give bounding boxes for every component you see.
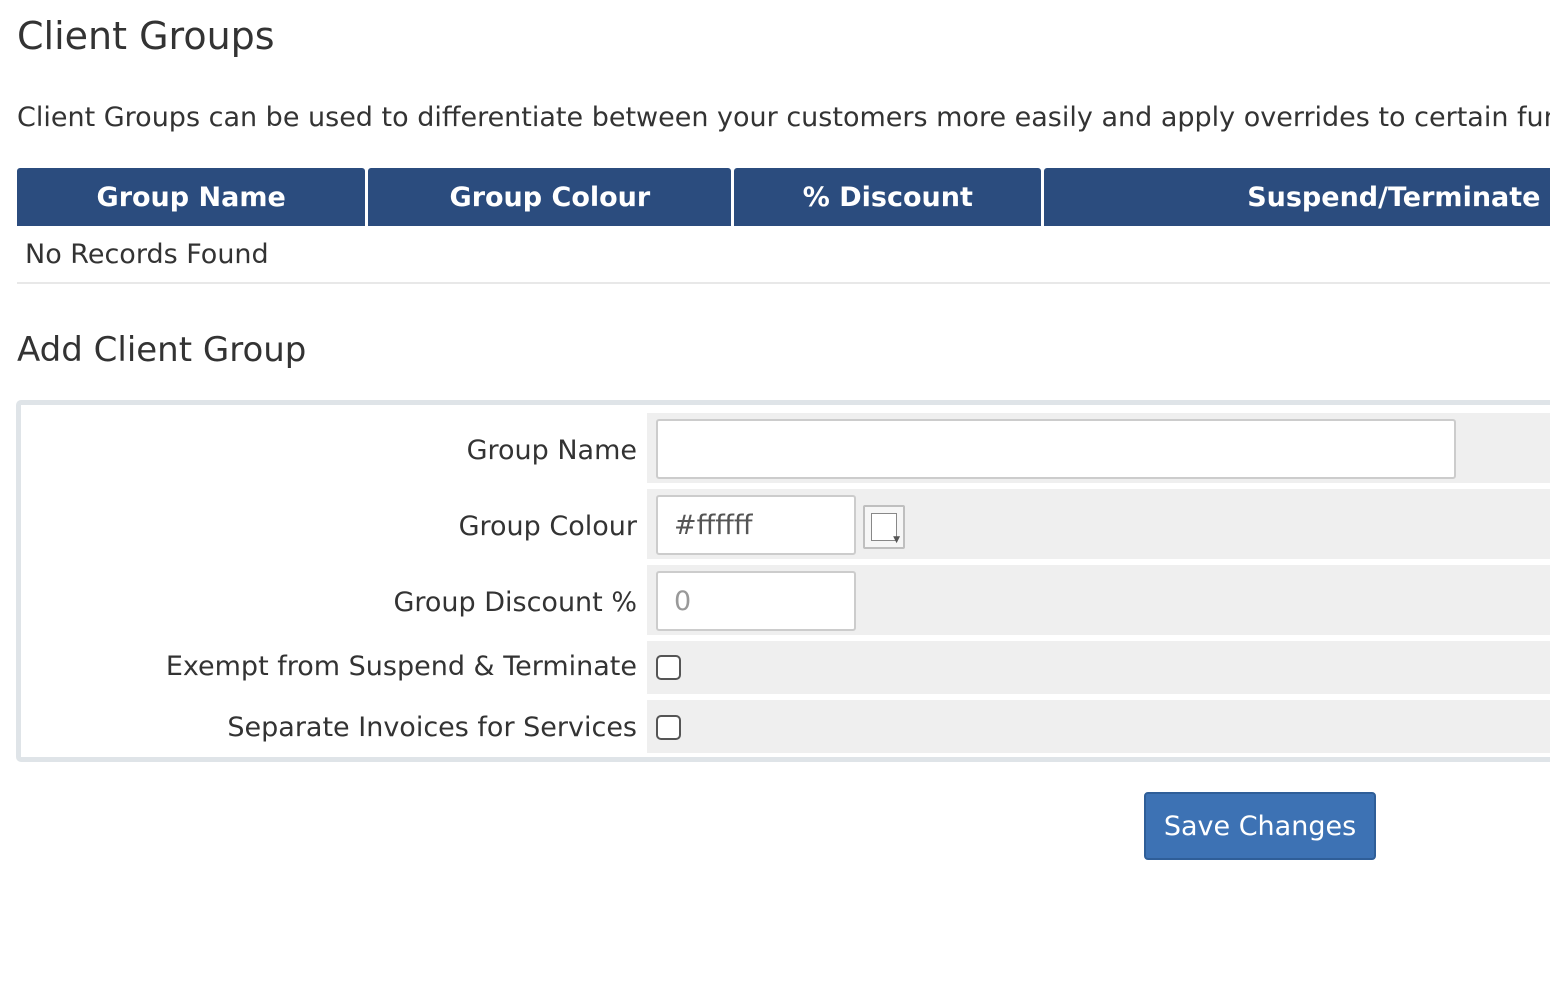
page-description: Client Groups can be used to differentia…: [17, 102, 1550, 133]
column-header-discount[interactable]: % Discount: [734, 168, 1042, 226]
save-changes-button[interactable]: Save Changes: [1144, 792, 1376, 860]
add-client-group-form: Group Name Group Colour #ffffff ▼ Group …: [16, 400, 1550, 762]
group-discount-field-cell: 0: [647, 565, 1550, 635]
column-header-group-name[interactable]: Group Name: [17, 168, 366, 226]
page-title: Client Groups: [17, 14, 275, 58]
group-name-input[interactable]: [656, 419, 1456, 479]
separate-invoices-label: Separate Invoices for Services: [227, 712, 637, 743]
group-colour-field-cell: #ffffff ▼: [647, 489, 1550, 559]
form-row-group-discount: Group Discount % 0: [21, 565, 1550, 635]
page: Client Groups Client Groups can be used …: [0, 0, 1550, 986]
add-client-group-title: Add Client Group: [17, 330, 307, 370]
group-colour-label: Group Colour: [458, 511, 637, 542]
form-row-group-name: Group Name: [21, 413, 1550, 483]
client-groups-table: Group Name Group Colour % Discount Suspe…: [17, 168, 1550, 284]
exempt-label: Exempt from Suspend & Terminate: [165, 651, 637, 682]
column-header-suspend-terminate[interactable]: Suspend/Terminate: [1044, 168, 1550, 226]
form-row-exempt: Exempt from Suspend & Terminate: [21, 641, 1550, 694]
exempt-checkbox[interactable]: [656, 655, 681, 680]
form-row-group-colour: Group Colour #ffffff ▼: [21, 489, 1550, 559]
dropdown-arrow-icon: ▼: [893, 535, 900, 545]
exempt-field-cell: [647, 641, 1550, 694]
group-colour-input[interactable]: #ffffff: [656, 495, 856, 555]
table-header: Group Name Group Colour % Discount Suspe…: [17, 168, 1550, 226]
column-header-group-colour[interactable]: Group Colour: [368, 168, 732, 226]
color-picker-icon[interactable]: ▼: [863, 505, 905, 549]
group-discount-input[interactable]: 0: [656, 571, 856, 631]
group-name-field-cell: [647, 413, 1550, 483]
separate-invoices-checkbox[interactable]: [656, 715, 681, 740]
group-name-label: Group Name: [466, 435, 637, 466]
empty-table-message: No Records Found: [17, 226, 1550, 284]
form-row-separate-invoices: Separate Invoices for Services: [21, 700, 1550, 753]
separate-invoices-field-cell: [647, 700, 1550, 753]
group-discount-label: Group Discount %: [393, 587, 637, 618]
